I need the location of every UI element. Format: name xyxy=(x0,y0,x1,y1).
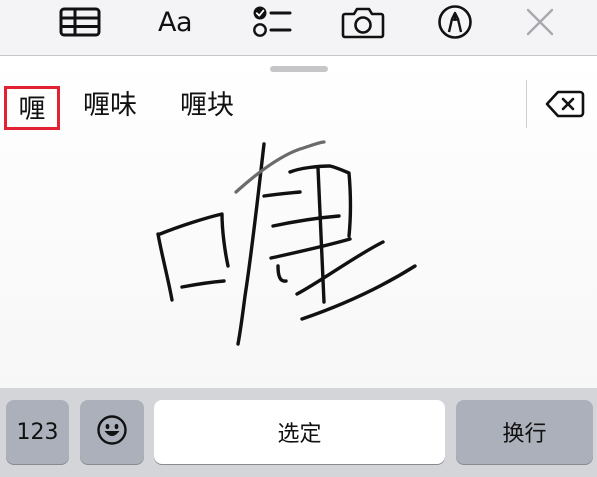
toolbar: Aa xyxy=(0,0,597,56)
checklist-button[interactable] xyxy=(242,0,302,44)
close-button[interactable] xyxy=(510,0,570,44)
markup-button[interactable] xyxy=(425,0,485,44)
handwriting-keyboard: Aa 喱 喱味 喱块 123 选定 换行 xyxy=(0,0,597,477)
numbers-key-label: 123 xyxy=(16,419,59,445)
text-format-button[interactable]: Aa xyxy=(145,0,205,44)
table-button[interactable] xyxy=(50,0,110,44)
emoji-key[interactable] xyxy=(80,400,144,464)
emoji-icon xyxy=(96,414,128,450)
return-key-label: 换行 xyxy=(502,422,547,447)
select-key[interactable]: 选定 xyxy=(154,400,445,464)
return-key[interactable]: 换行 xyxy=(456,400,593,464)
table-icon xyxy=(59,6,101,38)
numbers-key[interactable]: 123 xyxy=(6,400,69,464)
text-format-label: Aa xyxy=(157,6,193,38)
pen-markup-icon xyxy=(437,4,473,40)
select-key-label: 选定 xyxy=(277,422,322,447)
camera-icon xyxy=(341,5,385,39)
close-icon xyxy=(525,7,555,37)
camera-button[interactable] xyxy=(333,0,393,44)
handwriting-strokes xyxy=(156,140,417,346)
checklist-icon xyxy=(252,5,292,39)
keyboard-bottom-row: 123 选定 换行 xyxy=(0,388,597,477)
handwriting-panel[interactable]: 喱 喱味 喱块 xyxy=(0,56,597,388)
